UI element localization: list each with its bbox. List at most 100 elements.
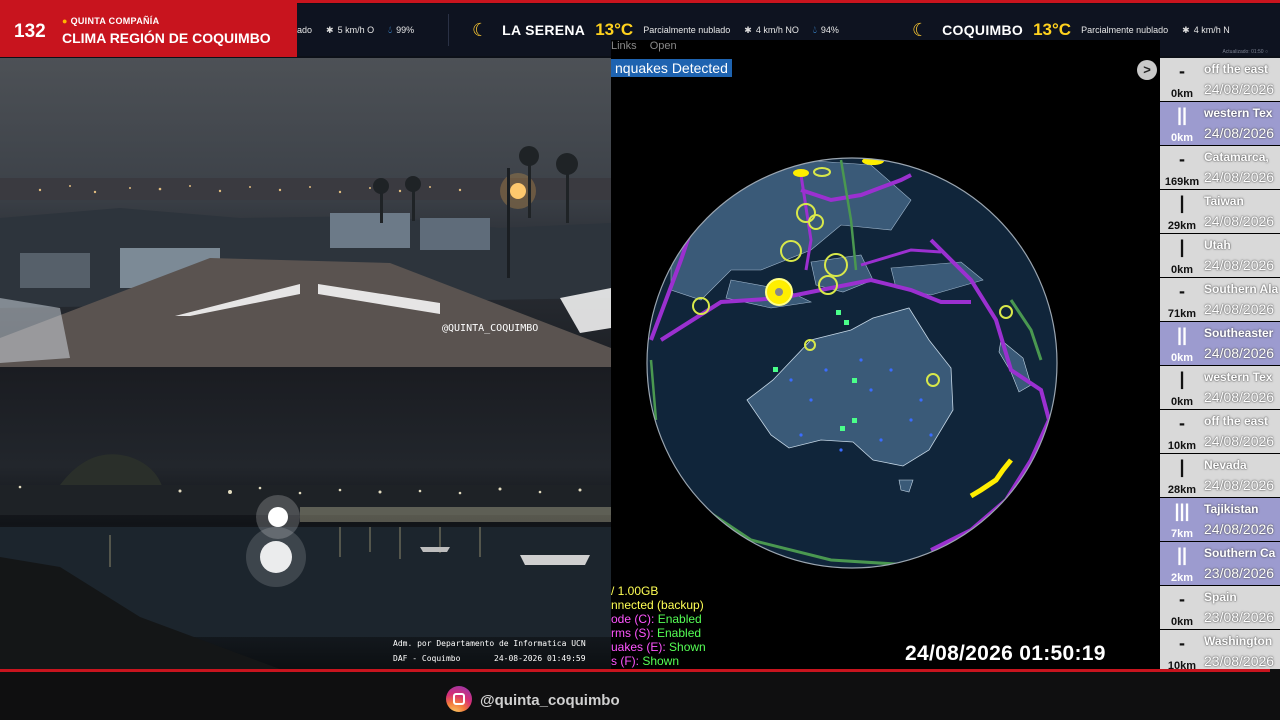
status-alarms: rms (S): Enabled	[611, 626, 706, 640]
ticker-temp: 13°C	[595, 20, 634, 39]
quake-date: 24/08/2026	[1204, 125, 1275, 141]
updated-label: Actualizado: 01:50 ○	[1222, 49, 1268, 55]
quake-list-item[interactable]: - 169km Catamarca, 24/08/2026	[1160, 146, 1280, 190]
quake-list-item[interactable]: | 0km western Tex 24/08/2026	[1160, 366, 1280, 410]
quake-place: Nevada	[1204, 458, 1247, 472]
quake-list-item[interactable]: || 0km western Tex 24/08/2026	[1160, 102, 1280, 146]
stream-overlay: 132 ● QUINTA COMPAÑÍA CLIMA REGIÓN DE CO…	[0, 0, 1280, 720]
camera-feed-2: Adm. por Departamento de Informatica UCN…	[0, 367, 611, 669]
quake-depth: 0km	[1170, 352, 1194, 364]
magnitude-bars: -	[1179, 149, 1185, 169]
night-harbor-scene	[0, 454, 611, 669]
footer-bar: @quinta_coquimbo	[0, 669, 1280, 720]
next-arrow-button[interactable]: >	[1137, 60, 1157, 80]
brand-box: 132 ● QUINTA COMPAÑÍA CLIMA REGIÓN DE CO…	[0, 2, 297, 57]
quake-list-item[interactable]: - 0km off the east 24/08/2026	[1160, 58, 1280, 102]
quake-list-item[interactable]: | 29km Taiwan 24/08/2026	[1160, 190, 1280, 234]
quake-depth: 169km	[1164, 176, 1200, 188]
quake-date: 23/08/2026	[1204, 565, 1275, 581]
status-mode: ode (C): Enabled	[611, 612, 706, 626]
status-mode-value: Enabled	[657, 612, 702, 626]
quake-place: western Tex	[1204, 370, 1273, 384]
quake-place: Southern Ala	[1204, 282, 1279, 296]
magnitude-bars: -	[1179, 633, 1185, 653]
quake-list-item[interactable]: - 10km Washington 23/08/2026	[1160, 630, 1280, 669]
magnitude-bars: ||	[1176, 545, 1188, 565]
magnitude-bars: |||	[1174, 501, 1190, 521]
brand-title: CLIMA REGIÓN DE COQUIMBO	[62, 30, 271, 46]
status-faults-value: Shown	[642, 654, 680, 668]
ticker-divider	[448, 14, 449, 46]
earthquake-list[interactable]: -0km off the east 24/08/2026 || 0km western T…	[1160, 58, 1280, 669]
monitor-datetime: 24/08/2026 01:50:19	[905, 642, 1106, 665]
ticker-city: LA SERENA	[502, 22, 586, 38]
quake-date: 23/08/2026	[1204, 653, 1275, 669]
magnitude-bars: |	[1179, 369, 1185, 389]
quake-depth: 7km	[1170, 528, 1194, 540]
quake-place: off the east	[1204, 62, 1269, 76]
ticker-temp: 13°C	[1033, 20, 1072, 39]
quake-place: Catamarca,	[1204, 150, 1269, 164]
brand-number: 132	[14, 21, 46, 42]
quake-date: 23/08/2026	[1204, 609, 1275, 625]
quake-list-item[interactable]: - 71km Southern Ala 24/08/2026	[1160, 278, 1280, 322]
quake-date: 24/08/2026	[1204, 81, 1275, 97]
ticker-prev-humidity: 99%	[396, 25, 415, 35]
menu-open[interactable]: Open	[650, 40, 677, 52]
wind-icon: ✱	[326, 24, 334, 35]
quake-depth: 0km	[1170, 616, 1194, 628]
menu-links[interactable]: Links	[611, 40, 637, 52]
magnitude-bars: ||	[1176, 105, 1188, 125]
brand-subtitle-text: QUINTA COMPAÑÍA	[70, 16, 160, 26]
quake-date: 24/08/2026	[1204, 345, 1275, 361]
quake-date: 24/08/2026	[1204, 433, 1275, 449]
ticker-city: COQUIMBO	[942, 22, 1024, 38]
status-alarms-label: rms (S):	[611, 626, 657, 640]
camera-feed-1: @QUINTA_COQUIMBO	[0, 58, 611, 367]
status-earthquakes: uakes (E): Shown	[611, 640, 706, 654]
magnitude-bars: |	[1179, 237, 1185, 257]
quake-place: Southern Ca	[1204, 546, 1276, 560]
quake-place: Tajikistan	[1204, 502, 1259, 516]
magnitude-bars: |	[1179, 457, 1185, 477]
ticker-condition: Parcialmente nublado	[1081, 25, 1169, 35]
quake-depth: 10km	[1167, 440, 1197, 452]
quake-list-item[interactable]: || 2km Southern Ca 23/08/2026	[1160, 542, 1280, 586]
ticker-condition: Parcialmente nublado	[643, 25, 731, 35]
quake-list-item[interactable]: ||| 7km Tajikistan 24/08/2026	[1160, 498, 1280, 542]
status-connection: nnected (backup)	[611, 598, 704, 612]
instagram-handle[interactable]: @quinta_coquimbo	[480, 692, 620, 709]
quake-depth: 0km	[1170, 132, 1194, 144]
quake-depth: 0km	[1170, 264, 1194, 276]
quake-list-item[interactable]: - 0km Spain 23/08/2026	[1160, 586, 1280, 630]
wind-icon: ✱	[1182, 24, 1190, 35]
quake-place: Utah	[1204, 238, 1231, 252]
ticker-humidity: 94%	[820, 25, 839, 35]
ticker-wind: 4 km/h N	[1193, 25, 1230, 35]
quake-depth: 0km	[1170, 88, 1194, 100]
quake-date: 24/08/2026	[1204, 213, 1275, 229]
quake-date: 24/08/2026	[1204, 169, 1275, 185]
quake-depth: 71km	[1167, 308, 1197, 320]
globe-map	[646, 157, 1058, 569]
quake-list-item[interactable]: - 10km off the east 24/08/2026	[1160, 410, 1280, 454]
status-memory: / 1.00GB	[611, 584, 659, 598]
moon-icon: ☾	[472, 19, 489, 40]
status-earthquakes-value: Shown	[669, 640, 706, 654]
magnitude-bars: ||	[1176, 325, 1188, 345]
quake-date: 24/08/2026	[1204, 521, 1275, 537]
status-faults: s (F): Shown	[611, 654, 706, 668]
quake-place: Taiwan	[1204, 194, 1244, 208]
ticker-prev-wind: 5 km/h O	[337, 25, 375, 35]
quake-list-item[interactable]: || 0km Southeaster 24/08/2026	[1160, 322, 1280, 366]
magnitude-bars: -	[1179, 413, 1185, 433]
quake-place: off the east	[1204, 414, 1269, 428]
top-menu: Links Open	[611, 40, 687, 52]
ticker-prev-prefix: ado	[297, 25, 313, 35]
quake-place: Spain	[1204, 590, 1237, 604]
quake-list-item[interactable]: | 28km Nevada 24/08/2026	[1160, 454, 1280, 498]
magnitude-bars: -	[1179, 281, 1185, 301]
quake-list-item[interactable]: | 0km Utah 24/08/2026	[1160, 234, 1280, 278]
quake-place: western Tex	[1204, 106, 1273, 120]
magnitude-bars: -	[1179, 589, 1185, 609]
